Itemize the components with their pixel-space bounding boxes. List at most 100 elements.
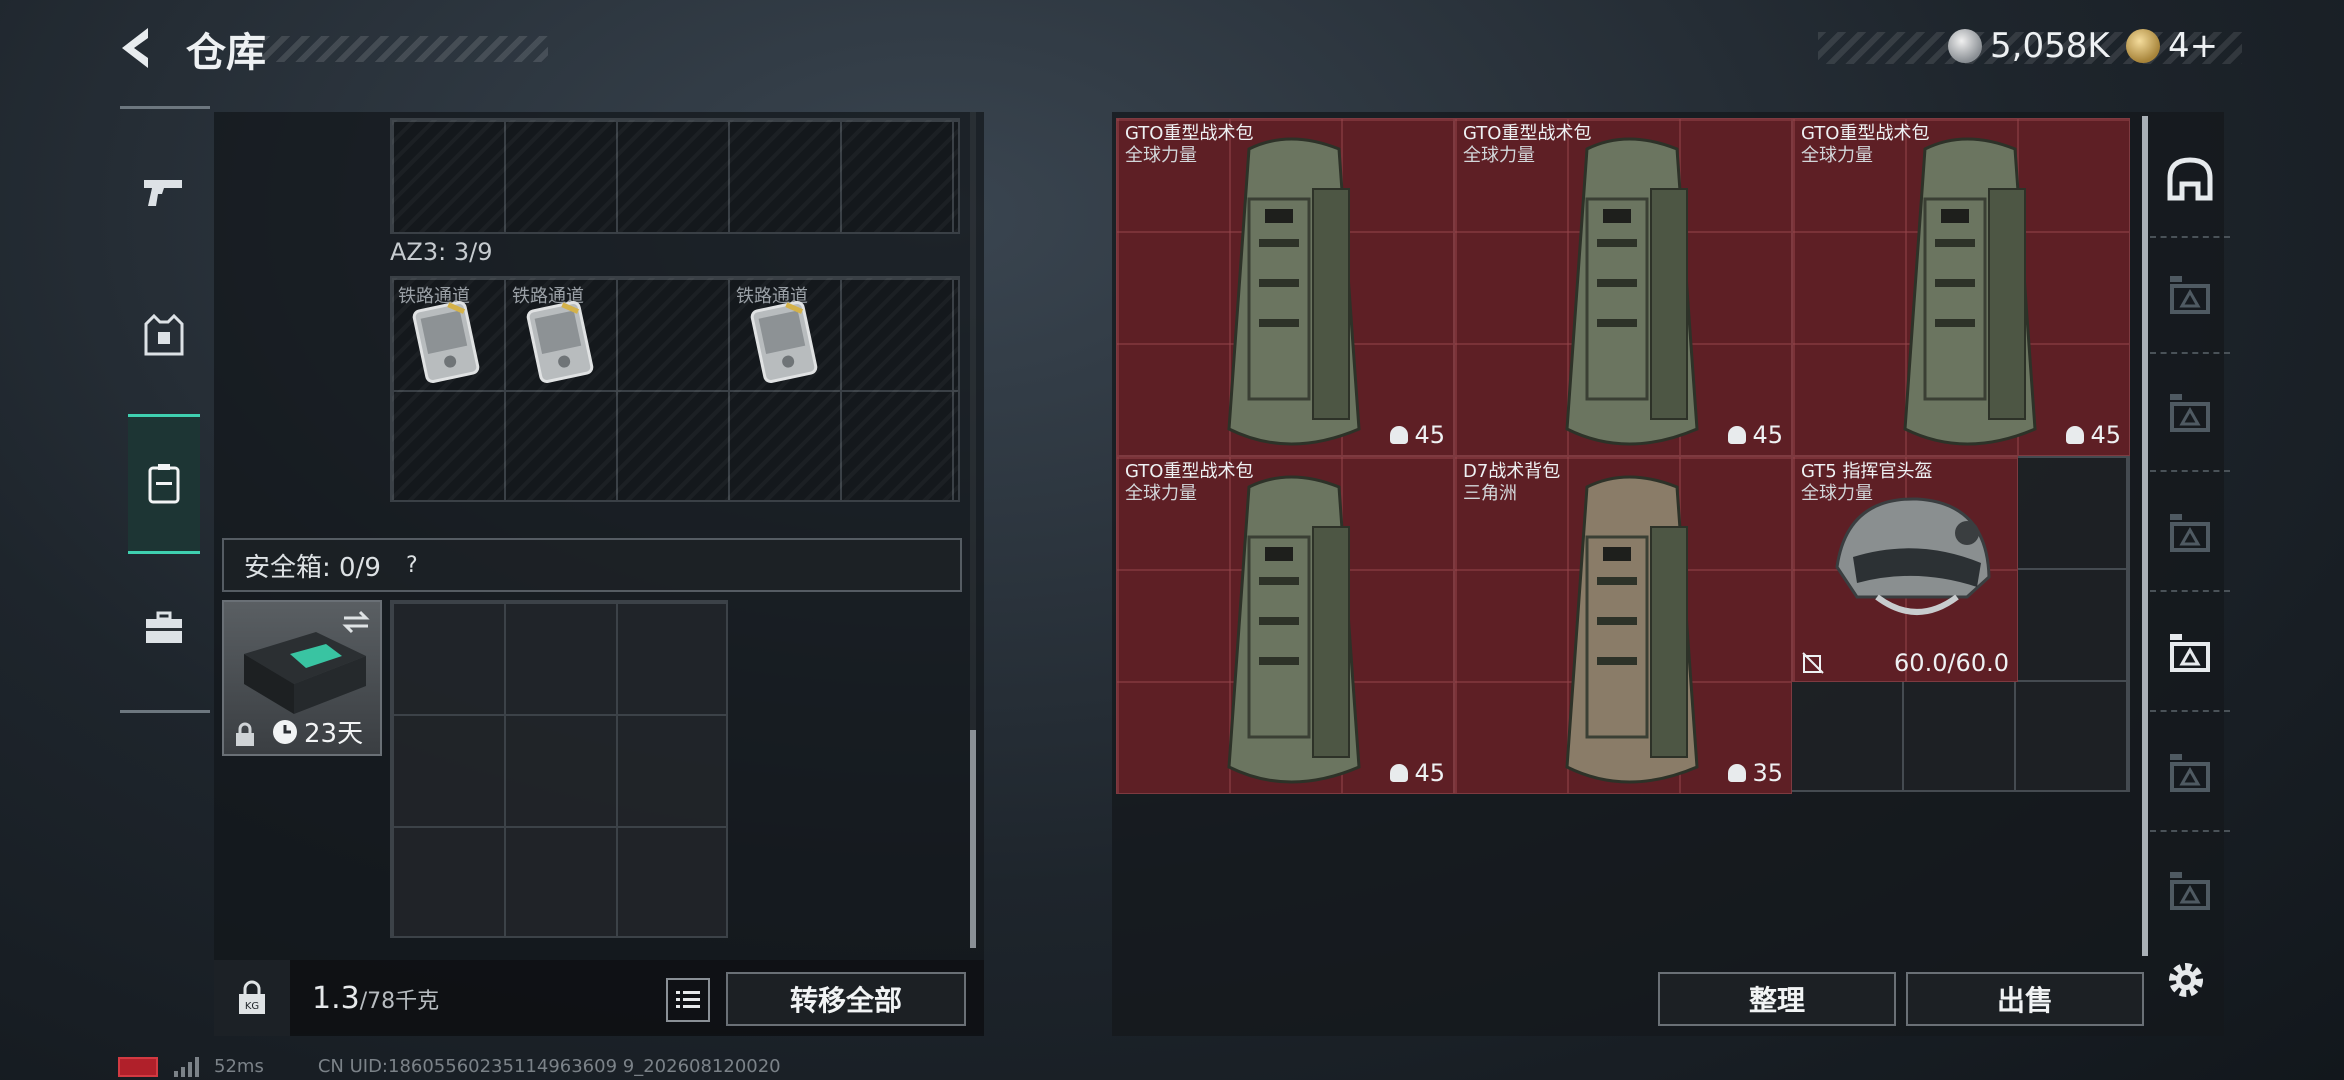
item-capacity: 45 <box>1390 421 1445 449</box>
item-name: GTO重型战术包 <box>1801 123 1930 144</box>
backpack-item-icon <box>1565 137 1699 446</box>
item-name: GTO重型战术包 <box>1125 461 1254 482</box>
capacity-value: 45 <box>2090 421 2121 449</box>
gold-amount: 4+ <box>2168 26 2219 66</box>
armor-iv-icon <box>2170 394 2210 432</box>
gold-coin-icon <box>2126 29 2160 63</box>
user-uid: CN UID:18605560235114963609 9_2026081200… <box>317 1056 781 1077</box>
category-backpack[interactable] <box>128 414 200 554</box>
safebox-capacity-label: 安全箱: 0/9 <box>244 552 381 583</box>
phone-item-icon <box>526 300 594 384</box>
inventory-scrollbar[interactable] <box>970 730 976 948</box>
gold-currency[interactable]: 4+ <box>2126 26 2218 66</box>
category-cases[interactable] <box>128 582 200 674</box>
item-name: D7战术背包 <box>1463 461 1561 482</box>
gear-icon <box>2169 963 2203 997</box>
item-list-scrollbar[interactable] <box>2142 116 2148 956</box>
item-capacity: 45 <box>2066 421 2121 449</box>
pistol-icon <box>144 180 182 206</box>
swap-icon <box>342 610 370 634</box>
capacity-value: 45 <box>1414 421 1445 449</box>
backpack-icon <box>148 464 180 504</box>
helmet-item-icon <box>1835 497 1991 615</box>
armor-iv-icon <box>2170 276 2210 314</box>
helmet-durability: 60.0/60.0 <box>1793 649 2017 677</box>
back-arrow-icon <box>122 28 148 68</box>
rail-filter-6[interactable] <box>2150 734 2230 814</box>
item-card-backpack[interactable]: GTO重型战术包 全球力量 45 <box>1116 118 1454 456</box>
svg-text:KG: KG <box>245 1001 259 1012</box>
title-decoration <box>262 36 548 62</box>
weight-value: 1.3 <box>312 980 360 1016</box>
weight-capacity: /78千克 <box>359 988 440 1014</box>
item-source: 全球力量 <box>1463 145 1535 166</box>
back-button[interactable] <box>112 22 164 74</box>
capacity-value: 45 <box>1752 421 1783 449</box>
capacity-icon <box>1390 426 1409 444</box>
ping-value: 52ms <box>214 1056 264 1077</box>
rail-divider <box>2150 352 2230 354</box>
armor-ii-icon <box>2170 634 2210 672</box>
item-source: 全球力量 <box>1125 145 1197 166</box>
silver-amount: 5,058K <box>1990 26 2110 66</box>
item-card-backpack[interactable]: GTO重型战术包 全球力量 45 <box>1454 118 1792 456</box>
backpack-item-icon <box>1227 137 1361 446</box>
battery-low-icon <box>118 1056 158 1077</box>
rail-divider <box>2150 236 2230 238</box>
armor-iii-icon <box>2170 514 2210 552</box>
inventory-slot-item[interactable]: 铁路通道 <box>506 278 618 390</box>
weight-display: 1.3/78千克 <box>312 981 439 1016</box>
category-armor[interactable] <box>128 290 200 382</box>
settings-button[interactable] <box>2158 952 2214 1008</box>
capacity-icon <box>2066 426 2085 444</box>
status-bar: 52ms CN UID:18605560235114963609 9_20260… <box>118 1056 781 1077</box>
safebox-item[interactable]: 23天 <box>222 600 382 756</box>
container-grid-top <box>390 118 960 234</box>
sort-button[interactable]: 整理 <box>1658 972 1896 1026</box>
rail-divider <box>2150 590 2230 592</box>
rail-filter-2[interactable] <box>2150 256 2230 336</box>
rail-filter-4[interactable] <box>2150 494 2230 574</box>
rig-iv-icon <box>2170 872 2210 910</box>
briefcase-icon <box>146 611 182 643</box>
phone-item-icon <box>750 300 818 384</box>
helmet-icon <box>2167 157 2213 201</box>
durability-value: 60.0/60.0 <box>1894 649 2009 677</box>
phone-item-icon <box>412 300 480 384</box>
durability-icon <box>1802 652 1824 674</box>
item-card-backpack[interactable]: GTO重型战术包 全球力量 45 <box>1792 118 2130 456</box>
help-icon[interactable]: ? <box>395 548 429 582</box>
category-weapons[interactable] <box>128 146 200 238</box>
inventory-slot-item[interactable]: 铁路通道 <box>392 278 504 390</box>
item-card-backpack[interactable]: GTO重型战术包 全球力量 45 <box>1116 456 1454 794</box>
signal-icon <box>174 1056 199 1077</box>
safebox-grid <box>390 600 728 938</box>
item-source: 全球力量 <box>1125 483 1197 504</box>
capacity-value: 45 <box>1414 759 1445 787</box>
item-card-backpack[interactable]: D7战术背包 三角洲 35 <box>1454 456 1792 794</box>
backpack-item-icon <box>1565 475 1699 784</box>
rail-divider <box>2150 470 2230 472</box>
transfer-all-button[interactable]: 转移全部 <box>726 972 966 1026</box>
item-capacity: 45 <box>1728 421 1783 449</box>
rail-divider <box>120 710 210 713</box>
capacity-icon <box>1728 426 1747 444</box>
item-source: 三角洲 <box>1463 483 1517 504</box>
rail-filter-1[interactable] <box>2150 140 2230 220</box>
capacity-icon <box>1728 764 1747 782</box>
rail-filter-3[interactable] <box>2150 374 2230 454</box>
item-name: GTO重型战术包 <box>1463 123 1592 144</box>
rail-filter-7[interactable] <box>2150 852 2230 932</box>
capacity-value: 35 <box>1752 759 1783 787</box>
item-capacity: 35 <box>1728 759 1783 787</box>
body-armor-icon <box>144 314 184 356</box>
item-card-helmet[interactable]: GT5 指挥官头盔 全球力量 60.0/60.0 <box>1792 456 2018 682</box>
rail-filter-5[interactable] <box>2150 614 2230 694</box>
sell-button[interactable]: 出售 <box>1906 972 2144 1026</box>
inventory-slot-item[interactable]: 铁路通道 <box>730 278 842 390</box>
backpack-item-icon <box>1903 137 2037 446</box>
backpack-item-icon <box>1227 475 1361 784</box>
rail-divider <box>120 106 210 109</box>
item-name: GTO重型战术包 <box>1125 123 1254 144</box>
list-view-button[interactable] <box>666 978 710 1022</box>
